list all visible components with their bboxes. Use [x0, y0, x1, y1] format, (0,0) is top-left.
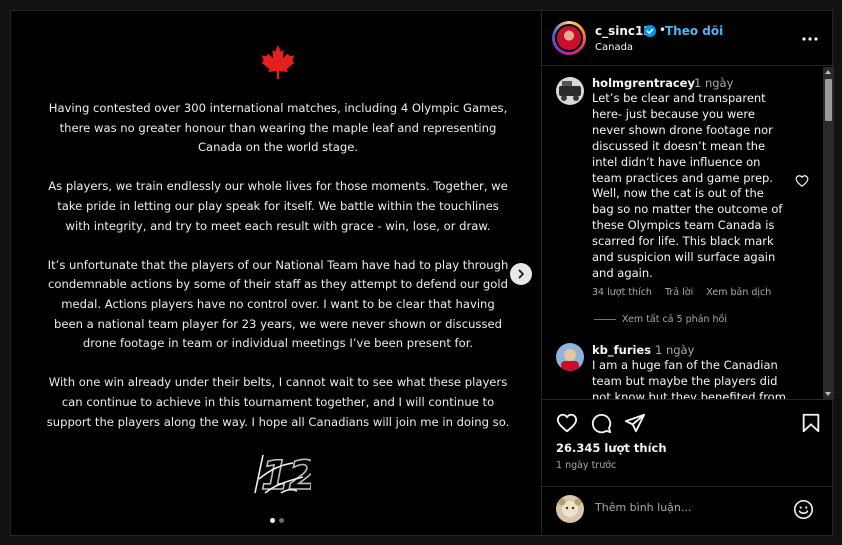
next-slide-button[interactable] — [510, 263, 532, 285]
comment-text: Let’s be clear and transparent here- jus… — [592, 91, 783, 280]
commenter-avatar[interactable] — [556, 343, 584, 371]
view-replies-button[interactable]: Xem tất cả 5 phản hồi — [622, 314, 727, 325]
post-timestamp: 1 ngày trước — [556, 460, 617, 471]
comment-time: 1 ngày — [655, 343, 695, 357]
like-button[interactable] — [556, 412, 578, 434]
emoji-button[interactable] — [793, 499, 814, 520]
post-modal: Having contested over 300 international … — [10, 10, 834, 536]
carousel-indicator — [270, 518, 284, 523]
statement-paragraph: As players, we train endlessly our whole… — [48, 179, 508, 233]
statement-paragraph: Having contested over 300 international … — [48, 101, 508, 155]
carousel-dot-active — [270, 518, 275, 523]
post-actions: 26.345 lượt thích 1 ngày trước — [542, 399, 833, 531]
likes-count[interactable]: 26.345 lượt thích — [556, 441, 667, 455]
comment-likes-count[interactable]: 34 lượt thích — [592, 287, 652, 298]
share-button[interactable] — [624, 412, 646, 434]
statement-text: Having contested over 300 international … — [45, 99, 511, 452]
post-header: c_sinc12 • Theo dõi Canada — [542, 11, 833, 66]
comment-text: I am a huge fan of the Canadian team but… — [592, 358, 786, 399]
heart-icon — [556, 413, 578, 433]
avatar-image — [556, 343, 584, 371]
replies-divider — [594, 319, 616, 320]
follow-button[interactable]: Theo dõi — [665, 24, 723, 38]
emoji-smile-icon — [793, 499, 814, 520]
statement-paragraph: It’s unfortunate that the players of our… — [47, 257, 509, 351]
more-horizontal-icon — [802, 37, 818, 41]
heart-icon — [795, 175, 809, 187]
comments-list[interactable]: holmgrentracey 1 ngày Let’s be clear and… — [542, 67, 833, 399]
add-comment-bar — [542, 486, 833, 526]
chevron-right-icon — [518, 269, 524, 279]
comment-button[interactable] — [590, 412, 612, 434]
post-side-panel: c_sinc12 • Theo dõi Canada holmgrentrace… — [541, 11, 834, 535]
save-button[interactable] — [800, 412, 822, 434]
scroll-down-icon[interactable] — [825, 392, 831, 396]
bookmark-icon — [802, 413, 820, 433]
comment-like-button[interactable] — [795, 174, 809, 188]
comment-translate-button[interactable]: Xem bản dịch — [706, 287, 771, 298]
comment-bubble-icon — [591, 414, 612, 434]
signature-logo: 12 — [254, 452, 311, 500]
statement-paragraph: With one win already under their belts, … — [46, 375, 510, 429]
post-media: Having contested over 300 international … — [11, 11, 541, 535]
scroll-up-icon[interactable] — [825, 70, 831, 74]
comment-username[interactable]: holmgrentracey — [592, 76, 695, 90]
current-user-avatar — [556, 495, 584, 523]
paper-plane-icon — [624, 413, 646, 433]
svg-text:12: 12 — [261, 453, 311, 499]
comments-scrollbar[interactable] — [823, 67, 834, 399]
scrollbar-thumb[interactable] — [825, 79, 832, 121]
avatar-image — [556, 495, 584, 523]
author-avatar[interactable] — [552, 21, 586, 55]
comment-actions: 34 lượt thích Trả lời Xem bản dịch — [592, 287, 781, 298]
comment-username[interactable]: kb_furies — [592, 343, 651, 357]
commenter-avatar[interactable] — [556, 77, 584, 105]
post-location[interactable]: Canada — [595, 42, 633, 53]
maple-leaf-icon — [261, 44, 295, 80]
add-comment-input[interactable] — [595, 497, 785, 517]
more-options-button[interactable] — [800, 29, 820, 49]
avatar-image — [556, 77, 584, 105]
comment-time: 1 ngày — [694, 76, 734, 90]
verified-badge-icon — [644, 25, 656, 37]
carousel-dot — [279, 518, 284, 523]
author-avatar-image — [555, 24, 583, 52]
comment-reply-button[interactable]: Trả lời — [665, 287, 693, 298]
